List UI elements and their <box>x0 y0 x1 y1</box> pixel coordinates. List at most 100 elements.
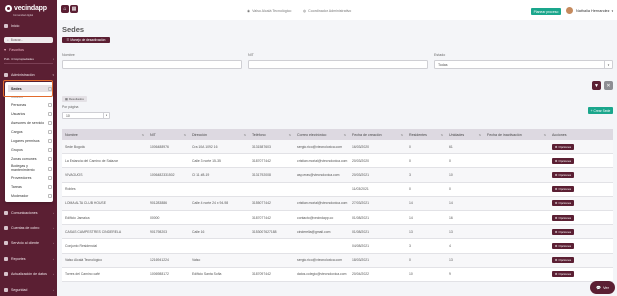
table-cell: 20/04/2022 <box>352 272 369 277</box>
submenu-item-zonas[interactable]: Zonas comunes <box>8 155 52 162</box>
table-row[interactable]: Torres del Camino café 1006988172 Edificio… <box>62 267 613 282</box>
table-row[interactable]: VIVAGUOS 1006482331502 Cl 11 #8-19 31317920… <box>62 168 613 183</box>
submenu-item-personas[interactable]: Personas <box>8 101 52 108</box>
column-header[interactable]: Nombre ⇅ <box>62 133 147 137</box>
current-sede[interactable]: ◉ Valso Alcalá Tecnológico <box>247 9 291 13</box>
current-role[interactable]: ◍ Coordinador Administrativo <box>303 9 351 13</box>
sidebar-item-seguridad[interactable]: Seguridad › <box>4 286 54 293</box>
per-page-select[interactable]: 10 ▾ <box>62 112 110 119</box>
options-button[interactable]: ⚙ Opciones <box>552 143 574 150</box>
table-cell: Calle 4 norte 24 x 94-98 <box>192 201 229 206</box>
submenu-item-proveedores[interactable]: Proveedores <box>8 174 52 181</box>
table-cell: 16 <box>449 215 453 220</box>
actions-cell: ⚙ Opciones <box>549 157 613 164</box>
filter-button[interactable]: ▼ <box>592 81 601 90</box>
sort-icon: ⇅ <box>288 132 291 137</box>
options-button[interactable]: ⚙ Opciones <box>552 228 574 235</box>
main-content: Sedes ☰ Manejo de desactivación Nombre N… <box>57 20 617 296</box>
table-cell: Cra 10A 1092 16 <box>192 144 218 149</box>
sidebar-item-comunicaciones[interactable]: Comunicaciones › <box>4 209 54 216</box>
table-cell: 9 <box>449 272 451 277</box>
manage-deactivation-button[interactable]: ☰ Manejo de desactivación <box>62 37 110 43</box>
options-button[interactable]: ⚙ Opciones <box>552 257 574 264</box>
table-row[interactable]: Edificio Jamaica 00000 3187077442 contacto@… <box>62 210 613 226</box>
user-menu[interactable]: Nathalia Hernandez ▾ <box>565 6 613 15</box>
clear-filter-button[interactable]: ✕ <box>604 81 613 90</box>
column-header[interactable]: Fecha de creación ⇅ <box>349 133 406 137</box>
chevron-right-icon: › <box>53 225 54 230</box>
sidebar-item-actualizacion[interactable]: Actualización de datos › <box>4 270 54 277</box>
table-cell: 01/08/2021 <box>352 229 369 234</box>
actions-cell: ⚙ Opciones <box>549 214 613 221</box>
options-button[interactable]: ⚙ Opciones <box>552 214 574 221</box>
submenu-item-usuarios[interactable]: Usuarios <box>8 110 52 117</box>
actions-cell: ⚙ Opciones <box>549 186 613 193</box>
table-cell: Cl 11 #8-19 <box>192 172 210 177</box>
home-icon <box>4 23 8 28</box>
submenu-item-asesores[interactable]: Asesores de servicio <box>8 119 52 126</box>
gear-icon: ⚙ <box>554 144 558 149</box>
sidebar-search-input[interactable]: ⌕ Buscar... <box>4 37 53 43</box>
options-button[interactable]: ⚙ Opciones <box>552 157 574 164</box>
column-header[interactable]: Fecha de inactivación ⇅ <box>484 133 549 137</box>
plan-process-button[interactable]: Planear proceso <box>531 8 561 15</box>
trash-icon: ▪ <box>52 56 54 61</box>
column-header[interactable]: NIT ⇅ <box>147 133 189 137</box>
chat-button[interactable]: 💬 Ver <box>590 281 615 294</box>
apps-button[interactable]: ▦ <box>70 5 78 13</box>
filter-estado-select[interactable]: Todas ▾ <box>434 60 613 69</box>
home-button[interactable]: ⌂ <box>61 5 69 13</box>
filter-icon: ▼ <box>594 82 599 89</box>
column-header[interactable]: Teléfono ⇅ <box>249 133 294 137</box>
sidebar-item-inicio[interactable]: Inicio <box>4 22 54 29</box>
column-header: Acciones <box>552 132 567 137</box>
submenu-item-sedes[interactable]: Sedes <box>8 85 52 92</box>
sidebar-item-cuentas[interactable]: Cuentas de cobro › <box>4 224 54 231</box>
table-row[interactable]: CASAS CAMPESTRES CINDERELA 901798203 Calle… <box>62 225 613 240</box>
table-row[interactable]: LOMA ALTA CLUB HOUSE 901283886 Calle 4 nor… <box>62 196 613 211</box>
pin-icon <box>48 147 52 152</box>
column-header[interactable]: Dirección ⇅ <box>189 133 249 137</box>
actions-cell: ⚙ Opciones <box>549 143 613 150</box>
submenu-item-cargos[interactable]: Cargos <box>8 128 52 135</box>
sidebar-item-favoritos[interactable]: ♥ Favoritos <box>4 46 54 53</box>
submenu-item-tareas[interactable]: Tareas <box>8 183 52 190</box>
brand-tagline: Comunidad digital <box>13 14 34 17</box>
subscription-info[interactable]: Pub. 4 Copropiedades ▪ <box>4 55 54 62</box>
table-cell: 0 <box>449 187 451 192</box>
create-sede-button[interactable]: + Crear Sede <box>588 107 613 114</box>
submenu-item-bodegas[interactable]: Bodegas y mantenimiento <box>8 164 52 173</box>
sidebar-item-label: Inicio <box>11 23 20 28</box>
table-row[interactable]: Sede Bogotá 1006488976 Cra 10A 1092 16 3131… <box>62 140 613 155</box>
table-row[interactable]: Conjunto Residencial 04/08/2021 3 4 ⚙ Opcione… <box>62 239 613 254</box>
submenu-item-grupos[interactable]: Grupos <box>8 146 52 153</box>
sidebar-item-reportes[interactable]: Reportes › <box>4 255 54 262</box>
brand-logo[interactable]: vecindapp <box>5 5 47 12</box>
options-button[interactable]: ⚙ Opciones <box>552 271 574 278</box>
submenu-item-lugares[interactable]: Lugares permisos <box>8 137 52 144</box>
table-row[interactable]: Valso Alcalá Tecnológico 1216941224 Valso s… <box>62 253 613 268</box>
filter-nit-input[interactable] <box>248 60 428 69</box>
options-button[interactable]: ⚙ Opciones <box>552 242 574 249</box>
column-header[interactable]: Unidades ⇅ <box>446 133 484 137</box>
column-header[interactable]: Residentes ⇅ <box>406 133 446 137</box>
pin-icon <box>48 129 52 134</box>
sidebar-item-servicio[interactable]: Servicio al cliente › <box>4 239 54 246</box>
table-cell: VIVAGUOS <box>65 172 83 177</box>
table-row[interactable]: Robles 11/03/2021 0 0 ⚙ Opciones <box>62 182 613 197</box>
table-cell: 0 <box>409 144 411 149</box>
top-bar: ⌂ ▦ ◉ Valso Alcalá Tecnológico ◍ Coordin… <box>57 0 617 20</box>
submenu-item-usuarios-sub[interactable]: Usuarios <box>8 93 52 100</box>
column-header[interactable]: Correo electrónico ⇅ <box>294 133 349 137</box>
options-button[interactable]: ⚙ Opciones <box>552 200 574 207</box>
submenu-item-moderador[interactable]: Moderador <box>8 192 52 199</box>
table-cell: Sede Bogotá <box>65 144 85 149</box>
options-button[interactable]: ⚙ Opciones <box>552 171 574 178</box>
sidebar-item-administracion[interactable]: Administración ▾ <box>4 71 54 78</box>
options-button[interactable]: ⚙ Opciones <box>552 186 574 193</box>
table-row[interactable]: La Estancia del Camino de Salazar Calle 3… <box>62 154 613 169</box>
clear-icon: ✕ <box>606 82 611 89</box>
filter-nombre-input[interactable] <box>62 60 242 69</box>
admin-icon <box>4 72 8 77</box>
shield-icon <box>4 287 8 292</box>
